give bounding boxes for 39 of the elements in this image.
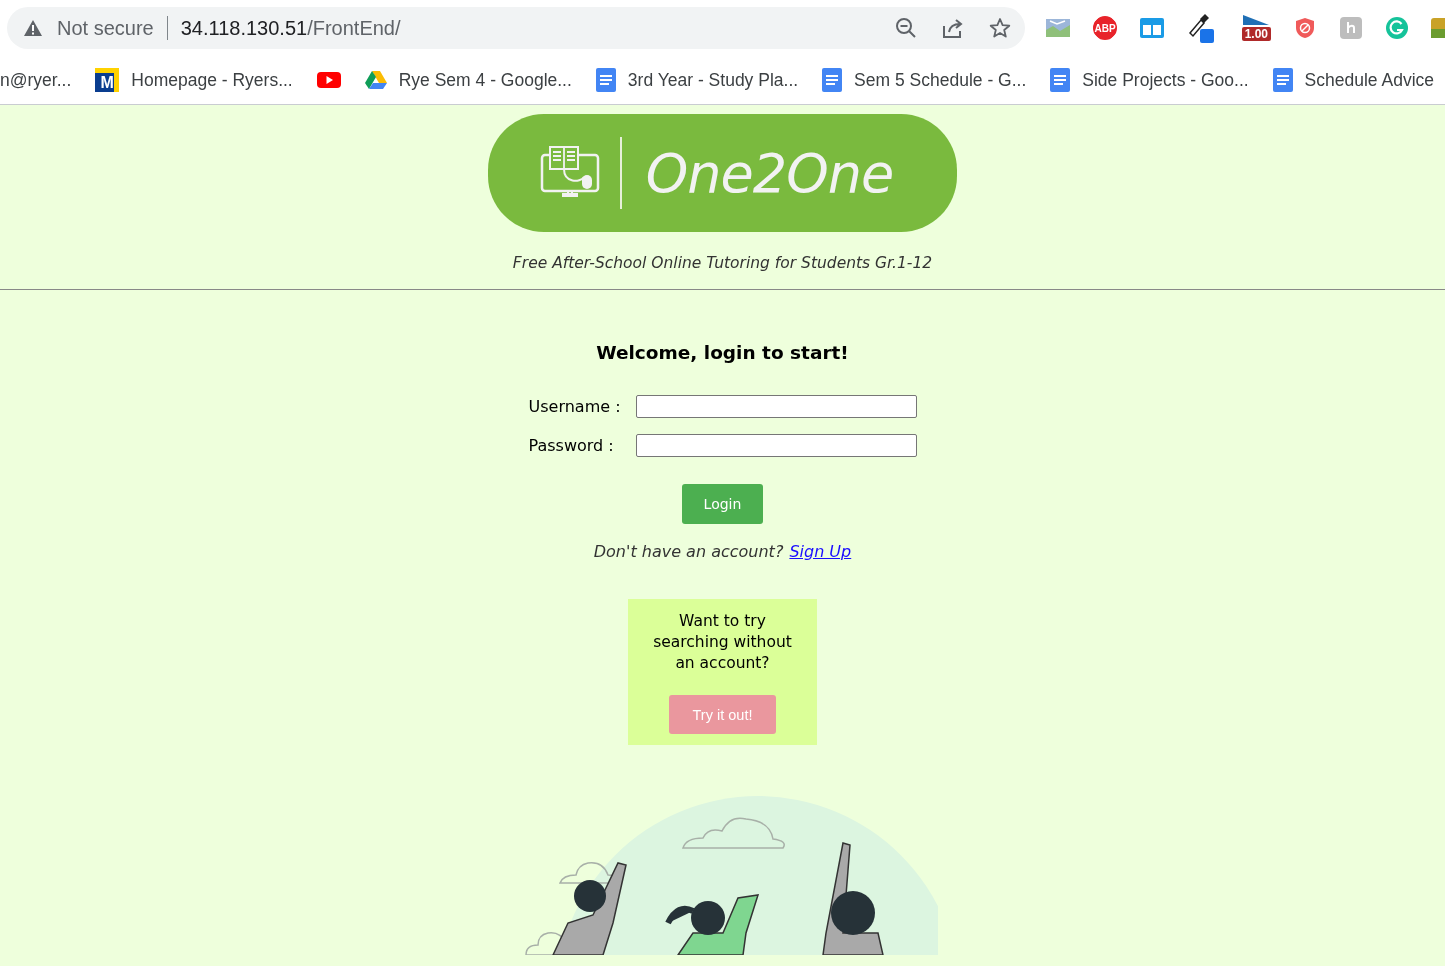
star-icon[interactable]: [989, 17, 1011, 39]
logo-title: One2One: [645, 141, 894, 205]
shield-icon[interactable]: [1293, 16, 1317, 40]
document-icon: [1050, 68, 1071, 92]
promo-text: Want to try searching without an account?: [652, 611, 793, 674]
address-bar[interactable]: Not secure 34.118.130.51/FrontEnd/: [7, 7, 1025, 49]
url-text[interactable]: 34.118.130.51/FrontEnd/: [180, 16, 401, 40]
signup-link[interactable]: Sign Up: [789, 542, 852, 561]
zoom-out-icon[interactable]: [895, 17, 917, 39]
map-icon[interactable]: [1045, 16, 1071, 40]
bookmark[interactable]: n@ryer...: [0, 69, 72, 91]
input-field[interactable]: [635, 434, 917, 457]
bookmark[interactable]: 3rd Year - Study Pla...: [595, 68, 799, 92]
drive-icon: [364, 70, 387, 90]
video-play-icon: [316, 71, 341, 89]
tagline: Free After-School Online Tutoring for Students Gr.1-12: [512, 254, 933, 272]
extension-icon[interactable]: [1431, 16, 1445, 40]
bookmark[interactable]: M Homepage - Ryers...: [95, 68, 293, 92]
document-icon: [822, 68, 843, 92]
warning-icon: [23, 19, 43, 37]
security-label[interactable]: Not secure: [57, 16, 154, 40]
document-icon: [1272, 68, 1293, 92]
field-label: Password :: [528, 436, 615, 455]
bookmark[interactable]: Rye Sem 4 - Google...: [364, 69, 572, 91]
bookmark[interactable]: [316, 71, 341, 89]
adblock-icon[interactable]: ABP: [1093, 16, 1117, 40]
welcome-heading: Welcome, login to start!: [596, 342, 849, 363]
signup-prompt: Don't have an account?: [593, 542, 784, 561]
window-icon[interactable]: [1139, 16, 1165, 40]
eyedropper-icon[interactable]: [1187, 13, 1215, 43]
university-logo-icon: M: [95, 68, 120, 92]
input-field[interactable]: [635, 395, 917, 418]
bookmark[interactable]: Sem 5 Schedule - G...: [822, 68, 1027, 92]
document-icon: [595, 68, 616, 92]
bookmark[interactable]: Schedule Advice: [1272, 68, 1434, 92]
field-label: Username :: [528, 397, 622, 416]
share-icon[interactable]: [941, 17, 965, 39]
bookmark[interactable]: Side Projects - Goo...: [1050, 68, 1249, 92]
grammar-icon[interactable]: [1385, 16, 1409, 40]
